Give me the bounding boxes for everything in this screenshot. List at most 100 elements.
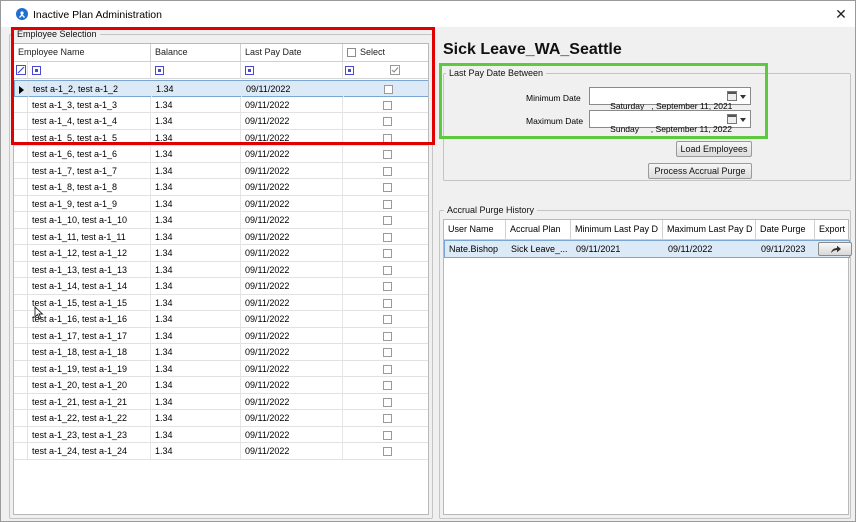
table-row[interactable]: test a-1_17, test a-1_17 1.34 09/11/2022 [14,327,428,344]
last-pay-date-cell: 09/11/2022 [241,146,343,162]
balance-cell: 1.34 [151,179,241,195]
column-header-maximum-last-pay[interactable]: Maximum Last Pay D [663,220,756,240]
row-indicator[interactable] [14,195,28,212]
close-button[interactable]: ✕ [829,3,853,25]
employee-name-cell: test a-1_23, test a-1_23 [28,426,151,443]
table-row[interactable]: test a-1_24, test a-1_24 1.34 09/11/2022 [14,443,428,460]
last-pay-date-cell: 09/11/2022 [241,245,343,261]
select-checkbox[interactable] [383,447,392,456]
table-row[interactable]: test a-1_14, test a-1_14 1.34 09/11/2022 [14,278,428,295]
employee-name-cell: test a-1_24, test a-1_24 [28,443,151,459]
history-plan: Sick Leave_... [511,244,568,254]
table-row[interactable]: test a-1_20, test a-1_20 1.34 09/11/2022 [14,377,428,394]
row-indicator[interactable] [14,212,28,228]
table-row[interactable]: test a-1_12, test a-1_12 1.34 09/11/2022 [14,245,428,262]
row-indicator[interactable] [14,327,28,344]
select-checkbox[interactable] [383,216,392,225]
table-row[interactable]: test a-1_9, test a-1_9 1.34 09/11/2022 [14,195,428,212]
last-pay-date-cell: 09/11/2022 [241,311,343,327]
balance-cell: 1.34 [151,195,241,212]
select-checkbox[interactable] [383,249,392,258]
column-header-user-name[interactable]: User Name [444,220,506,240]
row-indicator[interactable] [14,426,28,443]
row-indicator[interactable] [14,245,28,261]
select-checkbox[interactable] [383,265,392,275]
balance-cell: 1.34 [151,377,241,393]
balance-cell: 1.34 [151,360,241,377]
balance-cell: 1.34 [151,393,241,410]
column-header-export[interactable]: Export [815,220,850,240]
select-checkbox[interactable] [383,364,392,374]
select-checkbox[interactable] [383,298,392,308]
table-row[interactable]: test a-1_23, test a-1_23 1.34 09/11/2022 [14,426,428,443]
select-checkbox[interactable] [383,348,392,357]
table-row[interactable]: test a-1_10, test a-1_10 1.34 09/11/2022 [14,212,428,229]
row-indicator[interactable] [14,294,28,311]
table-row[interactable]: test a-1_6, test a-1_6 1.34 09/11/2022 [14,146,428,163]
row-indicator[interactable] [14,393,28,410]
select-checkbox[interactable] [383,199,392,209]
select-checkbox[interactable] [383,166,392,176]
row-indicator[interactable] [14,179,28,195]
select-checkbox[interactable] [383,315,392,324]
table-row[interactable]: test a-1_15, test a-1_15 1.34 09/11/2022 [14,294,428,311]
table-row[interactable]: test a-1_21, test a-1_21 1.34 09/11/2022 [14,393,428,410]
balance-cell: 1.34 [151,245,241,261]
table-row[interactable]: test a-1_8, test a-1_8 1.34 09/11/2022 [14,179,428,196]
employee-name-cell: test a-1_22, test a-1_22 [28,410,151,426]
select-checkbox[interactable] [383,331,392,341]
select-checkbox[interactable] [383,150,392,159]
row-indicator[interactable] [14,162,28,179]
table-row[interactable]: test a-1_7, test a-1_7 1.34 09/11/2022 [14,162,428,179]
select-checkbox[interactable] [383,282,392,291]
last-pay-date-cell: 09/11/2022 [241,360,343,377]
table-row[interactable]: test a-1_22, test a-1_22 1.34 09/11/2022 [14,410,428,427]
history-purge-date: 09/11/2023 [761,244,806,254]
balance-cell: 1.34 [151,212,241,228]
row-indicator[interactable] [14,443,28,459]
load-employees-button[interactable]: Load Employees [676,141,752,157]
row-indicator[interactable] [14,278,28,294]
history-user: Nate.Bishop [449,244,499,254]
row-indicator[interactable] [14,228,28,245]
row-indicator[interactable] [14,360,28,377]
last-pay-date-cell: 09/11/2022 [241,228,343,245]
select-checkbox[interactable] [383,183,392,192]
last-pay-date-cell: 09/11/2022 [241,410,343,426]
balance-cell: 1.34 [151,146,241,162]
balance-cell: 1.34 [151,443,241,459]
table-row[interactable]: test a-1_13, test a-1_13 1.34 09/11/2022 [14,261,428,278]
row-indicator[interactable] [14,146,28,162]
employee-name-cell: test a-1_15, test a-1_15 [28,294,151,311]
row-indicator[interactable] [14,377,28,393]
row-indicator[interactable] [14,410,28,426]
title-bar: Inactive Plan Administration ✕ [1,1,855,27]
select-checkbox[interactable] [383,381,392,390]
employee-name-cell: test a-1_20, test a-1_20 [28,377,151,393]
export-button[interactable] [818,242,852,256]
select-checkbox[interactable] [383,397,392,407]
column-header-minimum-last-pay[interactable]: Minimum Last Pay D [571,220,663,240]
column-header-accrual-plan[interactable]: Accrual Plan [506,220,571,240]
row-indicator[interactable] [14,311,28,327]
last-pay-date-cell: 09/11/2022 [241,278,343,294]
balance-cell: 1.34 [151,426,241,443]
row-indicator[interactable] [14,344,28,360]
history-row[interactable]: Nate.Bishop Sick Leave_... 09/11/2021 09… [444,240,852,258]
table-row[interactable]: test a-1_16, test a-1_16 1.34 09/11/2022 [14,311,428,328]
table-row[interactable]: test a-1_18, test a-1_18 1.34 09/11/2022 [14,344,428,361]
app-icon [16,8,28,20]
history-min-date: 09/11/2021 [576,244,621,254]
table-row[interactable]: test a-1_11, test a-1_11 1.34 09/11/2022 [14,228,428,245]
accrual-purge-history-group: Accrual Purge History User Name Accrual … [439,205,852,519]
export-icon [831,245,841,253]
select-checkbox[interactable] [383,430,392,440]
process-accrual-purge-button[interactable]: Process Accrual Purge [648,163,752,179]
row-indicator[interactable] [14,261,28,278]
column-header-date-purge[interactable]: Date Purge [756,220,815,240]
select-checkbox[interactable] [383,232,392,242]
select-checkbox[interactable] [383,414,392,423]
balance-cell: 1.34 [151,278,241,294]
table-row[interactable]: test a-1_19, test a-1_19 1.34 09/11/2022 [14,360,428,377]
history-grid[interactable]: User Name Accrual Plan Minimum Last Pay … [443,219,852,515]
